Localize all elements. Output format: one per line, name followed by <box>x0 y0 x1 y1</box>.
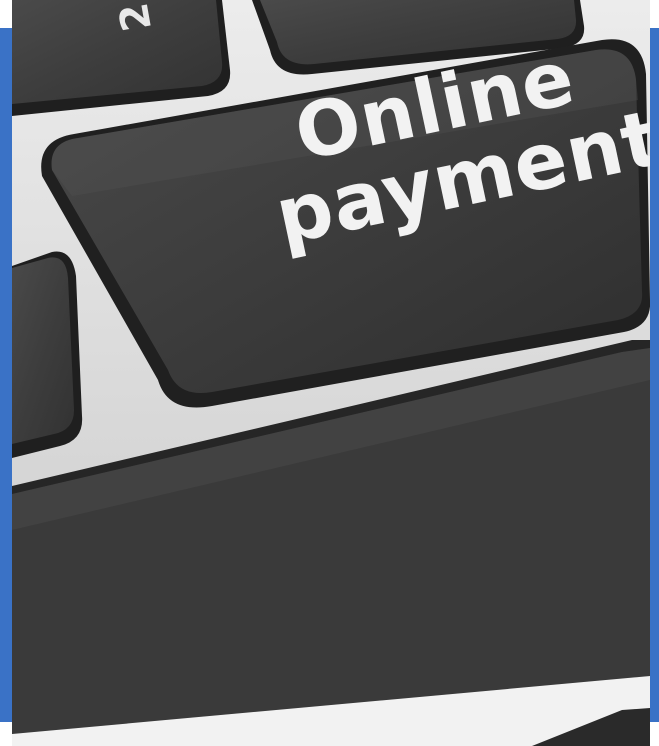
left-accent-bar <box>0 28 12 722</box>
right-accent-bar <box>650 28 659 722</box>
keyboard-photo: 2 Online payment <box>12 0 650 746</box>
key-left-edge <box>12 251 83 458</box>
photo-frame: 2 Online payment <box>0 0 659 746</box>
